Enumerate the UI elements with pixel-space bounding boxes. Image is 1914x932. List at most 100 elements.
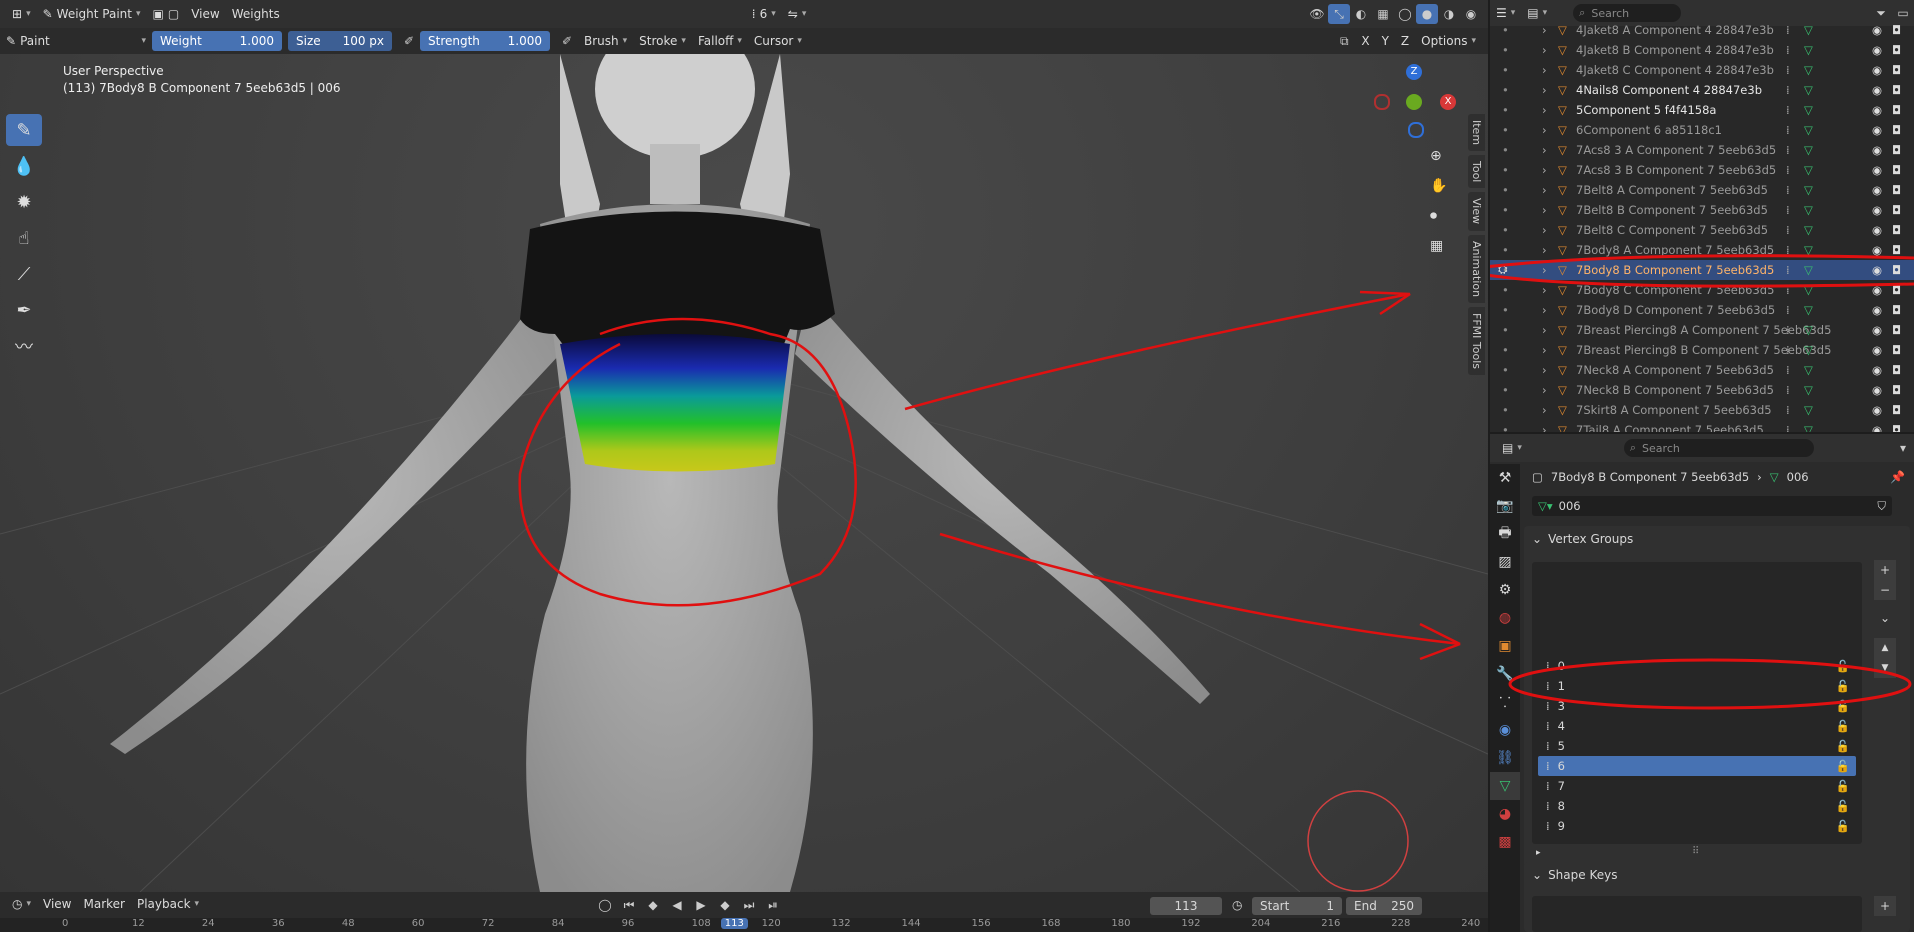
outliner-row[interactable]: • › ▽ 7Belt8 C Component 7 5eeb63d5 ⁞ ▽ ◉ ◘ (1490, 220, 1914, 240)
navigation-gizmo[interactable]: Z X (1370, 62, 1460, 152)
mirror-y-toggle[interactable]: Y (1376, 32, 1395, 50)
timeline-menu-marker[interactable]: Marker (78, 895, 131, 913)
outliner-row[interactable]: • › ▽ 7Neck8 B Component 7 5eeb63d5 ⁞ ▽ ◉ ◘ (1490, 380, 1914, 400)
render-camera-icon[interactable]: ◘ (1892, 103, 1901, 117)
editor-type-dropdown[interactable]: ⊞ ▾ (6, 5, 37, 23)
chevron-right-icon[interactable]: › (1542, 303, 1547, 317)
gizmo-z-axis[interactable]: Z (1406, 64, 1422, 80)
outliner-row[interactable]: • › ▽ 7Breast Piercing8 B Component 7 5eeb6… (1490, 340, 1914, 360)
chevron-right-icon[interactable]: › (1542, 103, 1547, 117)
blur-tool-icon[interactable]: 💧 (6, 150, 42, 182)
render-camera-icon[interactable]: ◘ (1892, 143, 1901, 157)
visibility-eye-icon[interactable]: ◉ (1872, 63, 1882, 77)
outliner-editor-type[interactable]: ☰ ▾ (1490, 4, 1521, 22)
lock-icon[interactable]: 🔓 (1836, 799, 1850, 813)
menu-weights[interactable]: Weights (226, 5, 286, 23)
render-camera-icon[interactable]: ◘ (1892, 403, 1901, 417)
timeline-menu-view[interactable]: View (37, 895, 77, 913)
play-reverse-icon[interactable]: ◀ (666, 895, 688, 915)
render-camera-icon[interactable]: ◘ (1892, 123, 1901, 137)
outliner-row[interactable]: • › ▽ 4Nails8 Component 4 28847e3b ⁞ ▽ ◉ ◘ (1490, 80, 1914, 100)
outliner-row[interactable]: • › ▽ 4Jaket8 C Component 4 28847e3b ⁞ ▽ ◉ ◘ (1490, 60, 1914, 80)
options-dropdown[interactable]: Options ▾ (1415, 32, 1482, 50)
lock-icon[interactable]: 🔓 (1836, 779, 1850, 793)
render-camera-icon[interactable]: ◘ (1892, 363, 1901, 377)
chevron-right-icon[interactable]: › (1542, 23, 1547, 37)
menu-view[interactable]: View (185, 5, 225, 23)
timeline-ruler[interactable]: 0 12 24 36 48 60 72 84 96 108 113 120 132 144 156 168 18… (0, 918, 1550, 932)
render-camera-icon[interactable]: ◘ (1892, 63, 1901, 77)
filter-icon[interactable]: ⏷ (1870, 3, 1892, 23)
symmetry-dropdown[interactable]: ⇋ ▾ (782, 5, 813, 23)
vertex-group-item[interactable]: ⁞ 9 🔓 (1538, 816, 1856, 836)
chevron-right-icon[interactable]: › (1542, 223, 1547, 237)
render-camera-icon[interactable]: ◘ (1892, 23, 1901, 37)
outliner-row[interactable]: • › ▽ 7Neck8 A Component 7 5eeb63d5 ⁞ ▽ ◉ ◘ (1490, 360, 1914, 380)
lock-icon[interactable]: 🔓 (1836, 719, 1850, 733)
add-vertex-group-icon[interactable]: + (1874, 560, 1896, 580)
menu-stroke[interactable]: Stroke ▾ (633, 32, 692, 50)
gizmo-neg-x[interactable] (1374, 94, 1390, 110)
xray-icon[interactable]: ▦ (1372, 4, 1394, 24)
chevron-right-icon[interactable]: › (1542, 323, 1547, 337)
vertex-group-item[interactable]: ⁞ 4 🔓 (1538, 716, 1856, 736)
chevron-right-icon[interactable]: › (1542, 363, 1547, 377)
start-frame-field[interactable]: Start 1 (1252, 897, 1342, 915)
render-camera-icon[interactable]: ◘ (1892, 343, 1901, 357)
tab-view[interactable]: View (1468, 192, 1485, 231)
outliner-row[interactable]: • › ▽ 7Belt8 B Component 7 5eeb63d5 ⁞ ▽ ◉ ◘ (1490, 200, 1914, 220)
menu-falloff[interactable]: Falloff ▾ (692, 32, 748, 50)
tab-ffmi-tools[interactable]: FFMI Tools (1468, 306, 1485, 375)
chevron-right-icon[interactable]: › (1542, 143, 1547, 157)
chevron-right-icon[interactable]: › (1542, 83, 1547, 97)
visibility-eye-icon[interactable]: ◉ (1872, 123, 1882, 137)
vertex-group-item[interactable]: ⁞ 6 🔓 (1538, 756, 1856, 776)
jump-end-icon[interactable]: ⏭ (738, 895, 760, 915)
vertex-group-specials-icon[interactable]: ⌄ (1874, 608, 1896, 628)
gizmo-toggle-icon[interactable]: ⤡ (1328, 4, 1350, 24)
shape-keys-header[interactable]: ⌄ Shape Keys (1532, 868, 1617, 882)
render-camera-icon[interactable]: ◘ (1892, 183, 1901, 197)
visibility-eye-icon[interactable]: ◉ (1872, 203, 1882, 217)
tab-item[interactable]: Item (1468, 114, 1485, 152)
visibility-eye-icon[interactable]: ◉ (1872, 303, 1882, 317)
outliner-search[interactable]: ⌕ Search (1573, 4, 1682, 22)
list-resize-handle[interactable]: ⠿ (1692, 846, 1699, 857)
outliner-row[interactable]: • › ▽ 7Skirt8 A Component 7 5eeb63d5 ⁞ ▽ ◉ ◘ (1490, 400, 1914, 420)
render-camera-icon[interactable]: ◘ (1892, 83, 1901, 97)
menu-brush[interactable]: Brush ▾ (578, 32, 633, 50)
visibility-eye-icon[interactable]: ◉ (1872, 323, 1882, 337)
3d-viewport[interactable]: ✎ 💧 ✹ ☝ ⟋ ✒ 〰 User Perspective (113) 7Bo… (0, 54, 1488, 892)
add-shape-key-icon[interactable]: + (1874, 896, 1896, 916)
gradient-tool-icon[interactable]: ⟋ (6, 258, 42, 290)
tool-tab-icon[interactable]: ⚒ (1490, 464, 1520, 492)
outliner-row[interactable]: • › ▽ 4Jaket8 B Component 4 28847e3b ⁞ ▽ ◉ ◘ (1490, 40, 1914, 60)
visibility-eye-icon[interactable]: ◉ (1872, 403, 1882, 417)
move-up-icon[interactable]: ▲ (1874, 638, 1896, 658)
render-camera-icon[interactable]: ◘ (1892, 323, 1901, 337)
visibility-eye-icon[interactable]: ◉ (1872, 423, 1882, 432)
annotate-tool-icon[interactable]: 〰 (6, 330, 42, 362)
visibility-icon[interactable]: 👁 (1306, 4, 1328, 24)
lock-icon[interactable]: 🔓 (1836, 819, 1850, 833)
visibility-eye-icon[interactable]: ◉ (1872, 103, 1882, 117)
draw-tool-icon[interactable]: ✎ (6, 114, 42, 146)
mirror-z-toggle[interactable]: Z (1395, 32, 1415, 50)
visibility-eye-icon[interactable]: ◉ (1872, 163, 1882, 177)
remove-vertex-group-icon[interactable]: − (1874, 580, 1896, 600)
keyframe-icon[interactable]: ⏯ (762, 895, 784, 915)
average-tool-icon[interactable]: ✹ (6, 186, 42, 218)
menu-cursor[interactable]: Cursor ▾ (748, 32, 808, 50)
rendered-shading-icon[interactable]: ◉ (1460, 4, 1482, 24)
pressure-strength-icon[interactable]: ✐ (556, 31, 578, 51)
smear-tool-icon[interactable]: ☝ (6, 222, 42, 254)
outliner-row[interactable]: • › ▽ 7Acs8 3 A Component 7 5eeb63d5 ⁞ ▽ ◉ ◘ (1490, 140, 1914, 160)
render-camera-icon[interactable]: ◘ (1892, 423, 1901, 432)
chevron-right-icon[interactable]: › (1542, 123, 1547, 137)
outliner-row[interactable]: • › ▽ 7Breast Piercing8 A Component 7 5eeb6… (1490, 320, 1914, 340)
outliner-row[interactable]: • › ▽ 5Component 5 f4f4158a ⁞ ▽ ◉ ◘ (1490, 100, 1914, 120)
wireframe-shading-icon[interactable]: ◯ (1394, 4, 1416, 24)
visibility-eye-icon[interactable]: ◉ (1872, 183, 1882, 197)
pan-hand-icon[interactable]: ✋ (1430, 178, 1447, 194)
pressure-size-icon[interactable]: ✐ (398, 31, 420, 51)
